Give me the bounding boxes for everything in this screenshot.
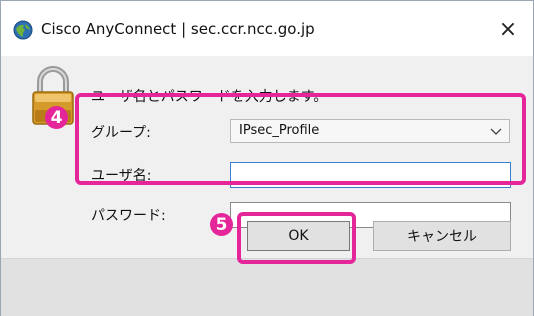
credentials-highlight-box [75, 93, 526, 185]
password-label: パスワード: [91, 208, 166, 224]
title-bar[interactable]: Cisco AnyConnect | sec.ccr.ncc.go.jp × [1, 1, 533, 56]
anyconnect-login-dialog: Cisco AnyConnect | sec.ccr.ncc.go.jp × ユ… [0, 0, 534, 316]
close-icon: × [498, 16, 518, 42]
step-badge-4: 4 [45, 106, 68, 129]
close-button[interactable]: × [489, 11, 527, 47]
cisco-globe-icon [13, 20, 33, 40]
ok-highlight-box [237, 212, 356, 264]
window-title: Cisco AnyConnect | sec.ccr.ncc.go.jp [41, 20, 315, 38]
step-badge-5: 5 [210, 213, 233, 236]
cancel-button[interactable]: キャンセル [373, 221, 511, 251]
button-bar [1, 258, 533, 316]
